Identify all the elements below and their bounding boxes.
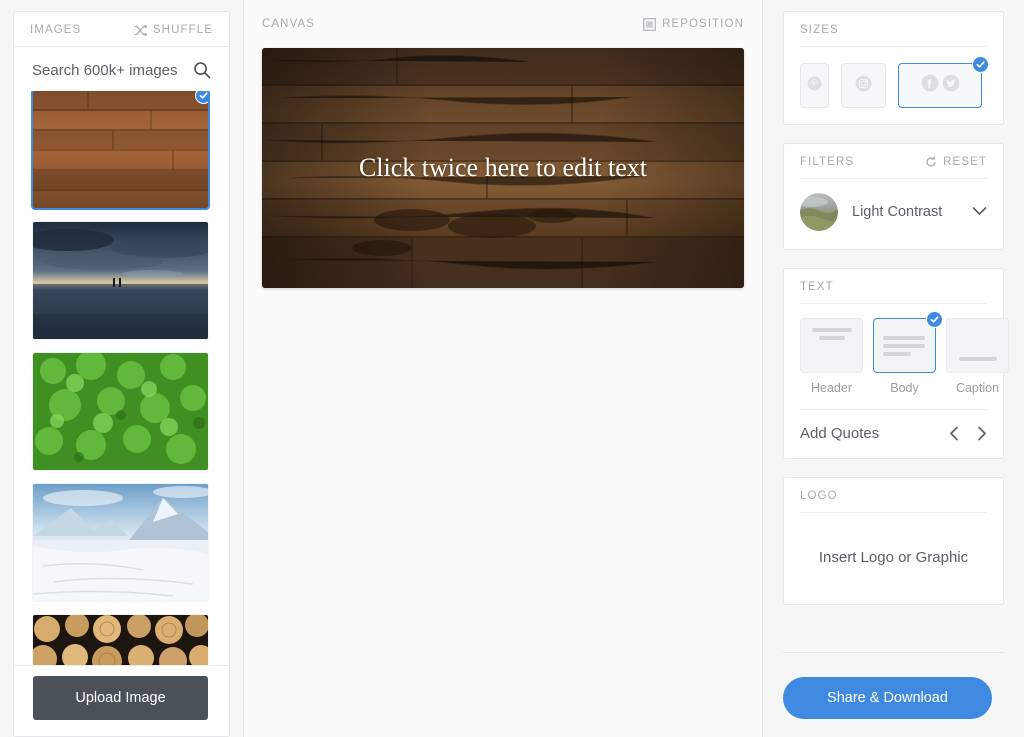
canvas-artboard[interactable]: Click twice here to edit text: [262, 48, 744, 288]
images-panel: IMAGES SHUFFLE Search 600k+ images Uploa…: [13, 11, 230, 737]
canvas-editable-text[interactable]: Click twice here to edit text: [262, 153, 744, 183]
image-editor-app: IMAGES SHUFFLE Search 600k+ images Uploa…: [0, 0, 1024, 737]
stacked-logs-thumbnail: [33, 615, 208, 665]
facebook-icon: [921, 74, 939, 97]
list-item[interactable]: [31, 91, 210, 210]
pinterest-icon: [807, 76, 822, 96]
canvas-column: CANVAS REPOSITION Click twice here to ed…: [244, 0, 762, 737]
text-option-header[interactable]: Header: [800, 318, 863, 395]
upload-section: Upload Image: [14, 665, 229, 736]
text-option-label: Body: [890, 381, 919, 395]
header-style-preview: [810, 328, 853, 344]
text-option-label: Caption: [955, 381, 1000, 395]
reposition-button[interactable]: REPOSITION: [643, 17, 744, 31]
image-thumbnail-list[interactable]: [14, 91, 229, 665]
text-option-body[interactable]: Body: [873, 311, 943, 395]
search-icon[interactable]: [193, 61, 211, 79]
text-option-caption[interactable]: Caption: [946, 318, 1009, 395]
twitter-icon: [942, 74, 960, 97]
body-style-preview: [883, 328, 926, 363]
filters-panel-header: FILTERS RESET: [800, 144, 987, 179]
canvas-title: CANVAS: [262, 18, 316, 30]
shuffle-icon: [134, 24, 147, 36]
shuffle-button[interactable]: SHUFFLE: [134, 24, 213, 36]
caption-style-preview: [956, 328, 999, 363]
text-option-label: Header: [811, 381, 852, 395]
beach-sunset-thumbnail: [33, 222, 208, 339]
text-panel: TEXT Header Body Caption Add Quotes: [783, 268, 1009, 459]
wood-planks-thumbnail: [33, 91, 208, 208]
images-panel-title: IMAGES: [30, 24, 82, 36]
snow-mountain-thumbnail: [33, 484, 208, 601]
chevron-down-icon[interactable]: [972, 203, 987, 221]
images-panel-header: IMAGES SHUFFLE: [14, 12, 229, 47]
reset-label: RESET: [943, 156, 987, 168]
size-option-facebook-twitter[interactable]: [898, 56, 989, 108]
controls-column: SIZES FILTERS RESET Light Contrast TEXT …: [763, 0, 1024, 737]
size-options: [800, 56, 989, 108]
logo-panel-title: LOGO: [800, 490, 838, 502]
logo-panel-header: LOGO: [800, 478, 987, 513]
list-item[interactable]: [33, 615, 208, 665]
size-option-instagram[interactable]: [841, 63, 886, 108]
chevron-left-icon[interactable]: [949, 426, 959, 441]
selected-check-badge: [972, 56, 989, 73]
reset-icon: [925, 156, 937, 168]
upload-image-button[interactable]: Upload Image: [33, 676, 208, 720]
text-panel-header: TEXT: [800, 269, 987, 304]
share-divider: [783, 652, 1004, 653]
list-item[interactable]: [33, 353, 208, 470]
reposition-label: REPOSITION: [662, 18, 744, 30]
instagram-icon: [855, 75, 872, 97]
filter-name-label: Light Contrast: [852, 204, 943, 220]
text-style-options: Header Body Caption: [800, 311, 1009, 395]
green-clover-thumbnail: [33, 353, 208, 470]
sizes-panel-title: SIZES: [800, 24, 839, 36]
add-quotes-row: Add Quotes: [800, 409, 987, 442]
filters-panel: FILTERS RESET Light Contrast: [783, 143, 1004, 250]
chevron-right-icon[interactable]: [977, 426, 987, 441]
search-input[interactable]: [32, 61, 192, 79]
images-column: IMAGES SHUFFLE Search 600k+ images Uploa…: [0, 0, 243, 737]
add-quotes-label[interactable]: Add Quotes: [800, 425, 879, 442]
sizes-panel: SIZES: [783, 11, 1004, 125]
reset-filters-button[interactable]: RESET: [925, 156, 987, 168]
sizes-panel-header: SIZES: [800, 12, 987, 47]
shuffle-label: SHUFFLE: [152, 24, 213, 36]
reposition-icon: [643, 17, 657, 31]
selected-check-badge: [926, 311, 943, 328]
list-item[interactable]: [33, 222, 208, 339]
filters-panel-title: FILTERS: [800, 156, 855, 168]
share-download-button[interactable]: Share & Download: [783, 677, 992, 719]
canvas-header: CANVAS REPOSITION: [262, 0, 744, 48]
size-option-pinterest[interactable]: [800, 63, 829, 108]
list-item[interactable]: [33, 484, 208, 601]
image-search-row: [14, 47, 229, 91]
logo-panel: LOGO Insert Logo or Graphic: [783, 477, 1004, 605]
filter-preview-thumbnail: [800, 193, 838, 231]
filter-selector[interactable]: Light Contrast: [800, 193, 987, 233]
text-panel-title: TEXT: [800, 281, 834, 293]
insert-logo-button[interactable]: Insert Logo or Graphic: [800, 527, 987, 588]
